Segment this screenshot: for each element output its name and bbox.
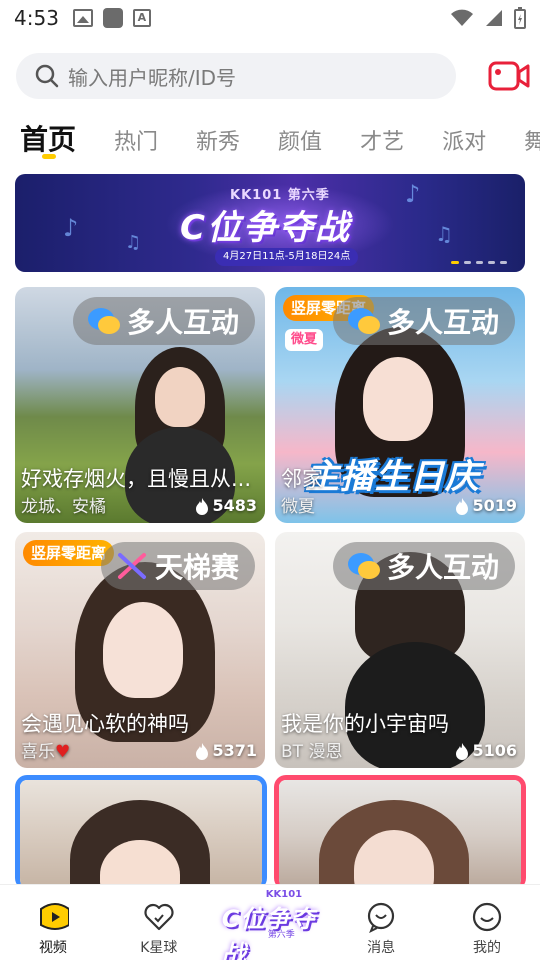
room-title: 会遇见心软的神吗 — [21, 712, 189, 736]
pagination-dot — [488, 261, 495, 264]
nav-label: 我的 — [473, 940, 502, 956]
streamer-face — [155, 367, 205, 427]
nav-messages[interactable]: 消息 — [328, 885, 434, 960]
text-icon: A — [132, 9, 151, 27]
category-tabs: 首页 热门 新秀 颜值 才艺 派对 舞 — [20, 118, 540, 168]
streamer-face — [363, 357, 433, 441]
popularity: 5483 — [195, 496, 257, 515]
category-pill: 多人互动 — [72, 297, 255, 345]
pagination-dot — [476, 261, 483, 264]
smiley-icon — [472, 902, 502, 932]
tab-newcomer[interactable]: 新秀 — [196, 118, 240, 156]
chat-bubble-icon — [347, 308, 380, 334]
live-room-card[interactable]: 竖屏零距离 天梯赛 会遇见心软的神吗 喜乐♥ 5371 — [15, 532, 265, 768]
popularity: 5019 — [455, 496, 517, 515]
chat-bubble-icon — [87, 308, 120, 334]
flame-icon — [456, 742, 469, 760]
streamer-name: 喜乐♥ — [21, 737, 70, 762]
battery-icon — [514, 7, 526, 29]
streamer-badge: 微夏 — [285, 329, 324, 351]
heart-icon: ♥ — [55, 742, 71, 762]
music-note-icon: ♫ — [435, 222, 453, 246]
image-icon — [72, 9, 93, 27]
video-play-icon — [39, 903, 69, 930]
room-title: 好戏存烟火，且慢且从... — [21, 467, 252, 491]
nav-label: 消息 — [367, 940, 396, 956]
message-icon — [368, 902, 395, 933]
flame-icon — [196, 497, 209, 515]
pagination-dot — [500, 261, 507, 264]
status-time: 4:53 — [14, 6, 59, 30]
search-icon — [35, 64, 59, 88]
nav-profile[interactable]: 我的 — [434, 885, 540, 960]
streamer-name: 微夏 — [281, 497, 315, 517]
popularity-count: 5483 — [212, 496, 257, 515]
room-title: 我是你的小宇宙吗 — [281, 712, 449, 736]
tab-hot[interactable]: 热门 — [114, 118, 158, 156]
streamer-face — [103, 602, 183, 698]
tab-label: 首页 — [20, 123, 77, 156]
bottom-navigation: 视频 K星球 KK101 C位争夺战 第六季 消息 我的 — [0, 884, 540, 960]
live-room-card[interactable] — [274, 775, 526, 890]
music-note-icon: ♪ — [405, 180, 421, 208]
category-label: 多人互动 — [386, 551, 499, 584]
banner-title: C位争夺战 — [180, 208, 351, 248]
tab-indicator — [42, 154, 56, 159]
popularity-count: 5106 — [472, 741, 517, 760]
notification-icons: A — [72, 8, 151, 28]
nav-label: 视频 — [38, 940, 67, 956]
banner-date: 4月27日11点-5月18日24点 — [215, 248, 359, 266]
live-room-card[interactable] — [15, 775, 267, 890]
pagination-dot — [451, 261, 459, 264]
tab-home[interactable]: 首页 — [20, 118, 77, 159]
room-title: 邻家 — [281, 467, 323, 491]
cellular-icon — [486, 10, 502, 26]
tab-dance[interactable]: 舞 — [524, 118, 540, 156]
search-input[interactable]: 输入用户昵称/ID号 — [16, 53, 456, 99]
category-pill: 天梯赛 — [100, 542, 255, 590]
live-room-card[interactable]: 竖屏零距离 微夏 多人互动 主播生日庆 邻家 微夏 5019 — [275, 287, 525, 523]
flame-icon — [196, 742, 209, 760]
app-notification-icon — [102, 8, 123, 28]
heart-icon — [144, 903, 174, 931]
tab-looks[interactable]: 颜值 — [278, 118, 322, 156]
category-label: 多人互动 — [126, 306, 239, 339]
video-camera-icon — [488, 61, 530, 91]
event-logo-sub: 第六季 — [267, 930, 295, 940]
popularity-count: 5371 — [212, 741, 257, 760]
search-placeholder: 输入用户昵称/ID号 — [68, 65, 237, 90]
wifi-icon — [451, 9, 473, 26]
status-bar: 4:53 A — [0, 0, 540, 36]
live-camera-button[interactable] — [488, 60, 530, 92]
music-note-icon: ♫ — [125, 232, 142, 253]
category-label: 多人互动 — [386, 306, 499, 339]
streamer-name: BT 漫恩 — [281, 742, 343, 762]
music-note-icon: ♪ — [63, 214, 79, 242]
promo-banner[interactable]: ♪ ♫ ♪ ♫ KK101 第六季 C位争夺战 4月27日11点-5月18日24… — [15, 174, 525, 272]
banner-pagination — [451, 261, 507, 264]
flame-icon — [456, 497, 469, 515]
live-room-card[interactable]: 多人互动 好戏存烟火，且慢且从... 龙城、安橘 5483 — [15, 287, 265, 523]
chat-bubble-icon — [347, 553, 380, 579]
streamer-name-text: 喜乐 — [21, 742, 55, 762]
nav-video[interactable]: 视频 — [0, 885, 106, 960]
nav-label: K星球 — [140, 940, 178, 956]
popularity: 5371 — [195, 741, 257, 760]
tab-talent[interactable]: 才艺 — [360, 118, 404, 156]
streamer-name: 龙城、安橘 — [21, 497, 106, 517]
search-row: 输入用户昵称/ID号 — [16, 52, 530, 100]
nav-k-planet[interactable]: K星球 — [106, 885, 212, 960]
crossed-swords-icon — [117, 553, 146, 579]
popularity-count: 5019 — [472, 496, 517, 515]
tab-party[interactable]: 派对 — [442, 118, 486, 156]
category-pill: 多人互动 — [332, 542, 515, 590]
system-icons — [450, 7, 526, 29]
popularity: 5106 — [455, 741, 517, 760]
nav-event-entry[interactable]: KK101 C位争夺战 第六季 — [212, 885, 328, 960]
category-pill: 多人互动 — [332, 297, 515, 345]
pagination-dot — [464, 261, 471, 264]
live-room-card[interactable]: 多人互动 我是你的小宇宙吗 BT 漫恩 5106 — [275, 532, 525, 768]
event-logo: KK101 C位争夺战 第六季 — [218, 887, 330, 960]
category-label: 天梯赛 — [154, 551, 239, 584]
